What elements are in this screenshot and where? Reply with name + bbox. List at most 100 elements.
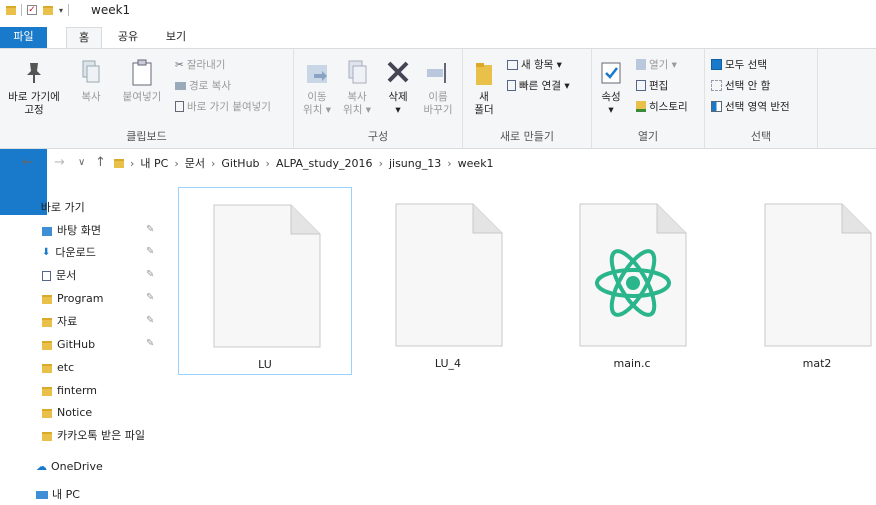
edit-icon (636, 80, 646, 91)
file-name: mat2 (802, 357, 832, 370)
folder-icon (42, 363, 52, 373)
sidebar-item-github[interactable]: GitHub (42, 335, 95, 355)
scissors-icon: ✂ (175, 58, 184, 71)
paste-icon (132, 59, 152, 86)
quick-access-toolbar: ✓ ▾ (6, 4, 74, 16)
easy-access-button[interactable]: 빠른 연결 ▾ (507, 78, 570, 93)
rename-icon (427, 63, 446, 83)
copy-to-icon (348, 60, 367, 84)
folder-icon (42, 386, 52, 396)
sidebar-item-materials[interactable]: 자료 (42, 312, 77, 332)
sidebar-item-desktop[interactable]: 바탕 화면 (42, 221, 101, 241)
new-folder-icon[interactable] (43, 5, 53, 15)
file-item-mat2[interactable]: mat2 (730, 187, 876, 375)
folder-icon (42, 340, 52, 350)
history-button[interactable]: 히스토리 (636, 99, 688, 114)
pin-icon (27, 63, 41, 83)
easy-access-icon (507, 80, 516, 91)
tab-share[interactable]: 공유 (110, 27, 146, 48)
clipboard-group-label: 클립보드 (126, 130, 167, 143)
title-bar: ✓ ▾ week1 (0, 0, 876, 22)
tab-view[interactable]: 보기 (158, 27, 194, 48)
sidebar-item-documents[interactable]: 문서 (42, 266, 76, 286)
sidebar-item-this-pc[interactable]: 내 PC (36, 485, 80, 505)
pin-icon[interactable]: ✎ (146, 224, 154, 235)
copy-button[interactable]: 복사 (74, 59, 108, 104)
move-to-icon (307, 65, 327, 83)
pin-icon[interactable]: ✎ (146, 338, 154, 349)
address-bar-row: ← → ∨ ↑ › 내 PC › 문서 › GitHub › ALPA_stud… (0, 150, 876, 176)
invert-selection-button[interactable]: 선택 영역 반전 (711, 99, 790, 114)
sidebar-item-quick-access[interactable]: ★ 바로 가기 (26, 198, 85, 218)
properties-check-icon[interactable]: ✓ (27, 5, 37, 15)
sidebar-item-onedrive[interactable]: ☁ OneDrive (36, 457, 103, 477)
blank-file-icon (395, 203, 503, 347)
move-to-button[interactable]: 이동 위치 ▾ (298, 59, 336, 117)
delete-x-icon (387, 61, 409, 83)
sidebar-item-notice[interactable]: Notice (42, 403, 92, 423)
paste-shortcut-button[interactable]: 바로 가기 붙여넣기 (175, 99, 271, 114)
open-group: 속성 ▾ 열기 ▾ 편집 히스토리 열기 (592, 49, 705, 148)
forward-arrow-icon[interactable]: → (54, 155, 65, 170)
cut-button[interactable]: ✂ 잘라내기 (175, 57, 225, 72)
breadcrumb-documents[interactable]: 문서 (185, 155, 205, 171)
paste-shortcut-icon (175, 101, 184, 112)
folder-icon (476, 63, 492, 85)
properties-check-icon (601, 62, 621, 84)
edit-button[interactable]: 편집 (636, 78, 668, 93)
copy-to-button[interactable]: 복사 위치 ▾ (338, 59, 376, 117)
recent-locations-chevron-icon[interactable]: ∨ (78, 157, 85, 168)
new-item-icon (507, 59, 518, 70)
documents-icon (42, 271, 51, 281)
sidebar-item-program[interactable]: Program (42, 289, 103, 309)
delete-button[interactable]: 삭제 ▾ (380, 59, 416, 117)
organize-group: 이동 위치 ▾ 복사 위치 ▾ 삭제 ▾ 이름 바꾸기 구성 (294, 49, 463, 148)
sidebar-item-kakaotalk[interactable]: 카카오톡 받은 파일 (42, 426, 145, 446)
sidebar-item-finterm[interactable]: finterm (42, 381, 97, 401)
breadcrumb-this-pc[interactable]: 내 PC (140, 155, 168, 171)
select-none-icon (711, 80, 722, 91)
chevron-down-icon[interactable]: ▾ (59, 6, 63, 15)
folder-icon (42, 317, 52, 327)
folder-icon (6, 5, 16, 15)
copy-path-button[interactable]: 경로 복사 (175, 78, 231, 93)
select-none-button[interactable]: 선택 안 함 (711, 78, 770, 93)
folder-icon (42, 294, 52, 304)
sidebar-item-etc[interactable]: etc (42, 358, 74, 378)
file-item-lu4[interactable]: LU_4 (361, 187, 535, 375)
pin-icon[interactable]: ✎ (146, 315, 154, 326)
pin-icon[interactable]: ✎ (146, 292, 154, 303)
file-item-main-c[interactable]: main.c (545, 187, 719, 375)
breadcrumb-github[interactable]: GitHub (221, 157, 259, 170)
new-item-button[interactable]: 새 항목 ▾ (507, 57, 562, 72)
desktop-folder-icon (42, 226, 52, 236)
file-item-lu[interactable]: LU (178, 187, 352, 375)
window-title: week1 (91, 3, 131, 17)
rename-button[interactable]: 이름 바꾸기 (418, 59, 458, 117)
back-arrow-icon[interactable]: ← (22, 155, 33, 170)
folder-icon (114, 158, 124, 168)
properties-button[interactable]: 속성 ▾ (594, 59, 628, 117)
breadcrumb[interactable]: › 내 PC › 문서 › GitHub › ALPA_study_2016 ›… (114, 154, 494, 172)
open-button[interactable]: 열기 ▾ (636, 57, 677, 72)
select-all-icon (711, 59, 722, 70)
pin-icon[interactable]: ✎ (146, 246, 154, 257)
tab-home[interactable]: 홈 (66, 27, 102, 48)
new-folder-button[interactable]: 새 폴더 (467, 59, 501, 117)
pin-icon[interactable]: ✎ (146, 269, 154, 280)
up-arrow-icon[interactable]: ↑ (95, 155, 106, 170)
breadcrumb-alpa[interactable]: ALPA_study_2016 (276, 157, 373, 170)
computer-icon (36, 491, 48, 499)
new-group: 새 폴더 새 항목 ▾ 빠른 연결 ▾ 새로 만들기 (463, 49, 592, 148)
file-name: LU_4 (434, 357, 462, 370)
breadcrumb-jisung[interactable]: jisung_13 (389, 157, 441, 170)
copy-icon (82, 60, 100, 83)
folder-icon (42, 431, 52, 441)
breadcrumb-week1[interactable]: week1 (458, 157, 494, 170)
new-group-label: 새로 만들기 (499, 130, 555, 143)
paste-button[interactable]: 붙여넣기 (118, 59, 166, 104)
cloud-icon: ☁ (36, 460, 47, 473)
select-all-button[interactable]: 모두 선택 (711, 57, 767, 72)
sidebar-item-downloads[interactable]: ⬇ 다운로드 (42, 243, 96, 263)
pin-quick-access-button[interactable]: 바로 가기에 고정 (2, 59, 66, 117)
